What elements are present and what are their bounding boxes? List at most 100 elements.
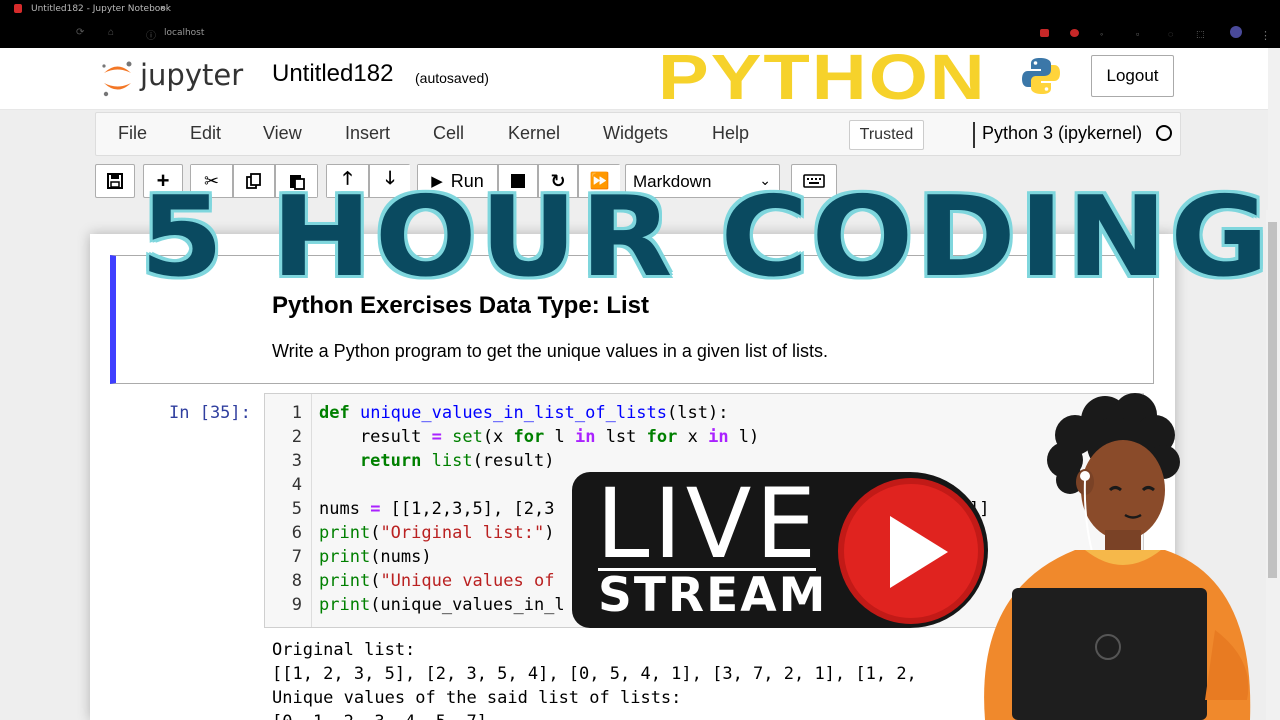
output-line: [[1, 2, 3, 5], [2, 3, 5, 4], [0, 5, 4, 1… — [272, 664, 917, 684]
extension-icon[interactable]: ⬚ — [1196, 29, 1205, 40]
code-line: nums = [[1,2,3,5], [2,3 — [319, 499, 554, 519]
menu-bar: File Edit View Insert Cell Kernel Widget… — [95, 112, 1181, 156]
code-token: = — [370, 499, 381, 519]
line-number: 1 — [291, 403, 302, 423]
browser-bar: Untitled182 - Jupyter Notebook × ⟳ ⌂ ⓘ l… — [0, 0, 1280, 48]
code-token: print — [319, 595, 371, 615]
output-line: Original list: — [272, 640, 416, 660]
code-line: def unique_values_in_list_of_lists(lst): — [319, 403, 728, 423]
tab-favicon-icon — [14, 4, 22, 13]
line-number: 9 — [291, 595, 302, 615]
code-token: ( — [370, 571, 381, 591]
extension-icon[interactable]: ◌ — [1168, 29, 1173, 39]
menu-insert[interactable]: Insert — [345, 123, 390, 144]
tab-close-icon[interactable]: × — [160, 3, 165, 13]
browser-tab-title[interactable]: Untitled182 - Jupyter Notebook — [31, 4, 171, 14]
extension-icon[interactable]: ◦ — [1100, 29, 1103, 39]
line-number: 7 — [291, 547, 302, 567]
input-prompt: In [35]: — [169, 403, 251, 423]
menu-help[interactable]: Help — [712, 123, 749, 144]
code-line: print("Original list:") — [319, 523, 554, 543]
line-number: 2 — [291, 427, 302, 447]
code-token: for — [646, 427, 678, 447]
code-token: def — [319, 403, 350, 423]
play-triangle-icon — [890, 516, 948, 588]
line-number: 3 — [291, 451, 302, 471]
output-line: [0, 1, 2, 3, 4, 5, 7] — [272, 712, 487, 720]
kernel-separator — [973, 122, 975, 148]
extension-icon[interactable] — [1040, 29, 1049, 37]
menu-file[interactable]: File — [118, 123, 147, 144]
notebook-title[interactable]: Untitled182 — [272, 60, 393, 88]
code-token: (unique_values_in_l — [370, 595, 565, 615]
line-number: 4 — [291, 475, 302, 495]
code-token: (result) — [472, 451, 555, 471]
save-icon — [107, 173, 123, 189]
code-token: in — [574, 427, 596, 447]
code-token: = — [431, 427, 442, 447]
coder-illustration — [984, 393, 1251, 720]
code-token: x — [677, 427, 709, 447]
kernel-name[interactable]: Python 3 (ipykernel) — [982, 123, 1142, 144]
profile-avatar[interactable] — [1230, 26, 1242, 38]
code-token: (x — [482, 427, 514, 447]
extension-icon[interactable]: ▫ — [1136, 29, 1139, 39]
notebook-header: jupyter Untitled182 (autosaved) PYTHON L… — [0, 41, 1268, 114]
code-token: for — [513, 427, 545, 447]
menu-widgets[interactable]: Widgets — [603, 123, 668, 144]
menu-view[interactable]: View — [263, 123, 302, 144]
reload-icon[interactable]: ⟳ — [76, 27, 84, 38]
trusted-indicator[interactable]: Trusted — [849, 120, 924, 150]
code-token: return — [319, 451, 422, 471]
address-bar[interactable]: localhost — [164, 28, 204, 38]
menu-cell[interactable]: Cell — [433, 123, 464, 144]
logout-button[interactable]: Logout — [1091, 55, 1174, 97]
site-info-icon[interactable]: ⓘ — [146, 27, 156, 42]
code-token: (nums) — [370, 547, 432, 567]
code-token: print — [319, 547, 371, 567]
line-number: 5 — [291, 499, 302, 519]
extension-icon[interactable] — [1070, 29, 1079, 37]
stream-label: STREAM — [598, 568, 828, 623]
python-logo-icon — [1022, 58, 1060, 94]
code-token: result — [319, 427, 432, 447]
code-token: lst — [595, 427, 647, 447]
code-token: in — [708, 427, 729, 447]
markdown-text: Write a Python program to get the unique… — [272, 341, 828, 361]
output-line: Unique values of the said list of lists: — [272, 688, 682, 708]
code-token: (lst): — [667, 403, 729, 423]
line-number: 8 — [291, 571, 302, 591]
jupyter-logo-icon — [102, 61, 132, 97]
code-token: ( — [370, 523, 381, 543]
code-token: [[1,2,3,5], [2,3 — [380, 499, 555, 519]
kernel-status-icon — [1156, 125, 1172, 141]
live-label: LIVE — [596, 468, 821, 580]
menu-edit[interactable]: Edit — [190, 123, 221, 144]
save-button[interactable] — [95, 164, 135, 198]
browser-menu-icon[interactable]: ⋮ — [1260, 29, 1271, 42]
code-token: l) — [728, 427, 760, 447]
code-token: list — [431, 451, 473, 471]
code-token: set — [452, 427, 483, 447]
code-line: print("Unique values of — [319, 571, 554, 591]
menu-kernel[interactable]: Kernel — [508, 123, 560, 144]
home-icon[interactable]: ⌂ — [108, 27, 114, 38]
code-token: "Unique values of — [380, 571, 555, 591]
code-line: print(nums) — [319, 547, 432, 567]
code-token: unique_values_in_list_of_lists — [359, 403, 668, 423]
line-number: 6 — [291, 523, 302, 543]
five-hour-coding-title: 5 HOUR CODING — [140, 173, 1272, 302]
code-token: print — [319, 523, 371, 543]
code-token: ) — [544, 523, 555, 543]
autosave-status: (autosaved) — [415, 70, 489, 86]
code-token: "Original list:" — [380, 523, 545, 543]
jupyter-wordmark[interactable]: jupyter — [140, 58, 243, 92]
code-token: nums — [319, 499, 371, 519]
code-line: print(unique_values_in_l — [319, 595, 565, 615]
python-overlay-title: PYTHON — [658, 41, 987, 114]
code-line: result = set(x for l in lst for x in l) — [319, 427, 759, 447]
code-line: return list(result) — [319, 451, 555, 471]
code-token: print — [319, 571, 371, 591]
